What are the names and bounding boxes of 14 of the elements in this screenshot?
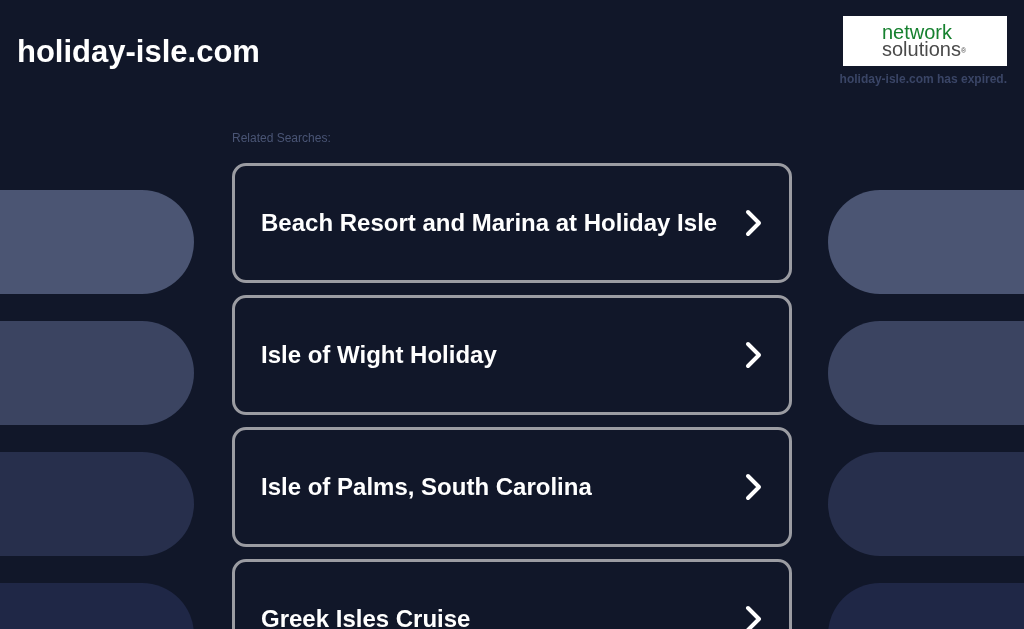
search-link[interactable]: Greek Isles Cruise xyxy=(232,559,792,629)
chevron-right-icon xyxy=(745,209,763,237)
logo-link[interactable]: network solutions$^{®}$ xyxy=(843,16,1007,66)
expired-notice: holiday-isle.com has expired. xyxy=(839,72,1007,86)
logo-text: solutions$^{®}$ xyxy=(882,41,967,58)
search-link[interactable]: Beach Resort and Marina at Holiday Isle xyxy=(232,163,792,283)
chevron-right-icon xyxy=(745,605,763,629)
search-link[interactable]: Isle of Wight Holiday xyxy=(232,295,792,415)
logo-text: network xyxy=(882,24,953,41)
chevron-right-icon xyxy=(745,473,763,501)
site-title: holiday-isle.com xyxy=(17,34,260,70)
search-link[interactable]: Isle of Palms, South Carolina xyxy=(232,427,792,547)
chevron-right-icon xyxy=(745,341,763,369)
related-searches-label: Related Searches: xyxy=(232,131,331,145)
